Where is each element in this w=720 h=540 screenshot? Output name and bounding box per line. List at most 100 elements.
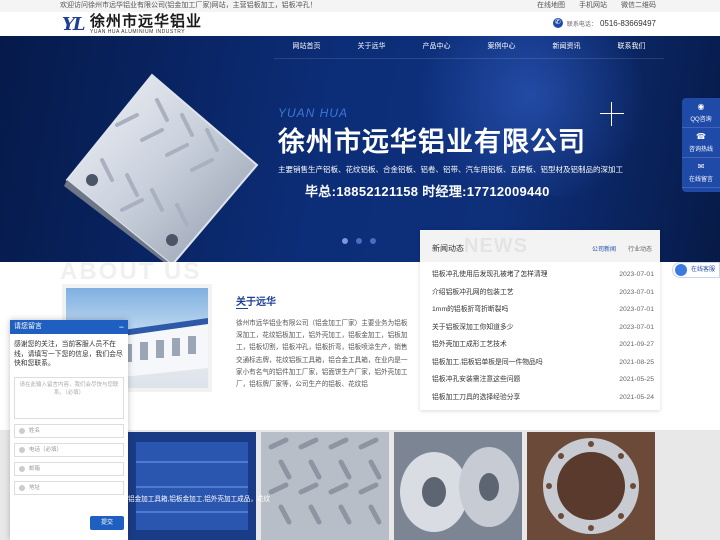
- welcome-text: 欢迎访问徐州市远华铝业有限公司(铝金加工厂家)网站，主营铝板加工，铝板冲孔！: [60, 2, 317, 9]
- side-qq[interactable]: ◉ QQ咨询: [682, 98, 720, 128]
- news-item-title: 介绍铝板冲孔网的包装工艺: [432, 288, 514, 296]
- news-item-title: 1mm的铝板折弯折断裂吗: [432, 306, 509, 313]
- header: YL 徐州市远华铝业 YUAN HUA ALUMINIUM INDUSTRY ✆…: [0, 12, 720, 36]
- online-service-label: 在线客服: [691, 267, 716, 273]
- message-textarea[interactable]: 请在此输入留言内容，我们会尽快与您联系。（必填）: [14, 376, 124, 419]
- logo-mark: YL: [62, 13, 86, 35]
- product-gallery: [128, 432, 660, 540]
- top-link-sitemap[interactable]: 在线地图: [537, 0, 565, 12]
- online-service-button[interactable]: 在线客服: [672, 262, 720, 278]
- nav-news[interactable]: 新闻资讯: [534, 36, 599, 58]
- news-item[interactable]: 介绍铝板冲孔网的包装工艺 2023-07-01: [432, 284, 654, 302]
- phone-icon: ☎: [696, 132, 706, 141]
- message-icon: ✉: [697, 162, 705, 171]
- news-item-title: 铝板加工,铝板铝单板是同一件物品吗: [432, 358, 543, 366]
- address-field-placeholder: 地址: [29, 484, 41, 491]
- news-item-title: 铝外壳加工成形工艺技术: [432, 341, 507, 348]
- tab-company-news[interactable]: 公司新闻: [592, 244, 616, 253]
- carousel-dot[interactable]: [342, 238, 348, 244]
- news-header: NEWS 新闻动态 公司新闻 行业动态: [420, 230, 660, 262]
- carousel-dot[interactable]: [356, 238, 362, 244]
- news-item[interactable]: 关于铝板深加工你知道多少 2023-07-01: [432, 319, 654, 337]
- nav-about[interactable]: 关于远华: [339, 36, 404, 58]
- carousel-dots: [342, 238, 384, 244]
- hero-en-title: YUAN HUA: [278, 106, 349, 120]
- news-item-title: 铝板冲孔使用后发现孔被堵了怎样清理: [432, 271, 548, 278]
- decorative-cross: [600, 102, 624, 126]
- name-field-placeholder: 姓名: [29, 427, 41, 434]
- side-hotline-label: 咨询热线: [688, 147, 713, 153]
- side-message-label: 在线留言: [688, 177, 713, 183]
- news-item-date: 2023-07-01: [619, 306, 654, 313]
- top-link-wechat[interactable]: 微信二维码: [621, 0, 656, 12]
- message-widget-text: 感谢您的关注，当前客服人员不在线，请填写一下您的信息，我们会尽快和您联系。: [14, 341, 123, 367]
- about-divider: [236, 308, 248, 309]
- nav-cases[interactable]: 案例中心: [469, 36, 534, 58]
- email-field[interactable]: 邮箱: [14, 461, 124, 476]
- phone-number: 0516-83669497: [599, 18, 656, 28]
- avatar: [675, 264, 687, 276]
- phone-label: 联系电话：: [566, 21, 597, 28]
- phone-field-placeholder: 电话（必填）: [29, 446, 63, 453]
- nav-home[interactable]: 网站首页: [274, 36, 339, 58]
- news-item-date: 2021-09-27: [619, 341, 654, 348]
- nav-products[interactable]: 产品中心: [404, 36, 469, 58]
- news-item-title: 铝板冲孔安装需注意这些问题: [432, 376, 521, 383]
- news-bg-text: NEWS: [464, 235, 528, 257]
- news-item[interactable]: 铝板加工刀具的选择经验分享 2021-05-24: [432, 389, 654, 407]
- about-text: 徐州市远华铝业有限公司（铝金加工厂家）主要业务为铝板深加工，花纹铝板加工，铝外壳…: [236, 320, 408, 389]
- news-item[interactable]: 铝外壳加工成形工艺技术 2021-09-27: [432, 336, 654, 354]
- tab-industry-news[interactable]: 行业动态: [628, 244, 652, 253]
- side-hotline[interactable]: ☎ 咨询热线: [682, 128, 720, 158]
- phone-field[interactable]: 电话（必填）: [14, 442, 124, 457]
- name-field[interactable]: 姓名: [14, 423, 124, 438]
- location-icon: [19, 484, 25, 491]
- carousel-dot[interactable]: [370, 238, 376, 244]
- news-list: 铝板冲孔使用后发现孔被堵了怎样清理 2023-07-01 介绍铝板冲孔网的包装工艺…: [432, 266, 654, 406]
- address-field[interactable]: 地址: [14, 480, 124, 495]
- news-item-date: 2023-07-01: [619, 288, 654, 296]
- news-title: 新闻动态: [432, 244, 464, 253]
- news-item-date: 2021-05-25: [619, 376, 654, 383]
- side-float-bar: ◉ QQ咨询 ☎ 咨询热线 ✉ 在线留言: [682, 98, 720, 192]
- page: 欢迎访问徐州市远华铝业有限公司(铝金加工厂家)网站，主营铝板加工，铝板冲孔！ 在…: [0, 0, 720, 540]
- news-item[interactable]: 铝板加工,铝板铝单板是同一件物品吗 2021-08-25: [432, 354, 654, 372]
- message-widget-header: 请您留言 −: [10, 320, 128, 334]
- hero-banner: 网站首页 关于远华 产品中心 案例中心 新闻资讯 联系我们 YUAN HUA 徐…: [0, 36, 720, 262]
- news-item[interactable]: 铝板冲孔安装需注意这些问题 2021-05-25: [432, 371, 654, 389]
- about-title: 关于远华: [236, 297, 276, 308]
- news-item-title: 铝板加工刀具的选择经验分享: [432, 393, 521, 401]
- news-item[interactable]: 1mm的铝板折弯折断裂吗 2023-07-01: [432, 301, 654, 319]
- news-item-title: 关于铝板深加工你知道多少: [432, 323, 514, 331]
- qq-icon: ◉: [697, 102, 705, 111]
- news-item[interactable]: 铝板冲孔使用后发现孔被堵了怎样清理 2023-07-01: [432, 266, 654, 284]
- site-logo[interactable]: YL 徐州市远华铝业 YUAN HUA ALUMINIUM INDUSTRY: [62, 12, 202, 36]
- logo-name-cn: 徐州市远华铝业: [90, 12, 203, 30]
- side-qq-label: QQ咨询: [690, 117, 712, 123]
- nav-contact[interactable]: 联系我们: [599, 36, 664, 58]
- product-image[interactable]: [394, 432, 522, 540]
- email-field-placeholder: 邮箱: [29, 465, 41, 472]
- news-item-date: 2021-08-25: [619, 358, 654, 366]
- message-widget-title: 请您留言: [14, 323, 42, 330]
- main-nav: 网站首页 关于远华 产品中心 案例中心 新闻资讯 联系我们: [274, 36, 664, 58]
- mail-icon: [19, 465, 25, 472]
- product-image[interactable]: [261, 432, 389, 540]
- product-image[interactable]: [128, 432, 256, 540]
- product-caption: 铝金加工具箱,铝板金加工,铝外壳加工成品，花纹: [128, 496, 271, 503]
- submit-button[interactable]: 提交: [90, 516, 124, 530]
- header-phone: ✆ 联系电话： 0516-83669497: [552, 18, 656, 28]
- hero-title: 徐州市远华铝业有限公司: [278, 127, 586, 157]
- hero-contact: 毕总:18852121158 时经理:17712009440: [305, 184, 550, 199]
- minimize-icon[interactable]: −: [119, 320, 124, 334]
- message-widget: 请您留言 − 感谢您的关注，当前客服人员不在线，请填写一下您的信息，我们会尽快和…: [10, 320, 128, 540]
- side-message[interactable]: ✉ 在线留言: [682, 158, 720, 188]
- product-image[interactable]: [527, 432, 655, 540]
- news-item-date: 2023-07-01: [619, 323, 654, 331]
- user-icon: [19, 427, 25, 434]
- top-links: 在线地图 手机网站 微信二维码: [523, 0, 656, 12]
- news-item-date: 2023-07-01: [619, 271, 654, 278]
- top-link-mobile[interactable]: 手机网站: [579, 0, 607, 12]
- about-bg-text: ABOUT US: [60, 258, 202, 285]
- news-item-date: 2021-05-24: [619, 393, 654, 401]
